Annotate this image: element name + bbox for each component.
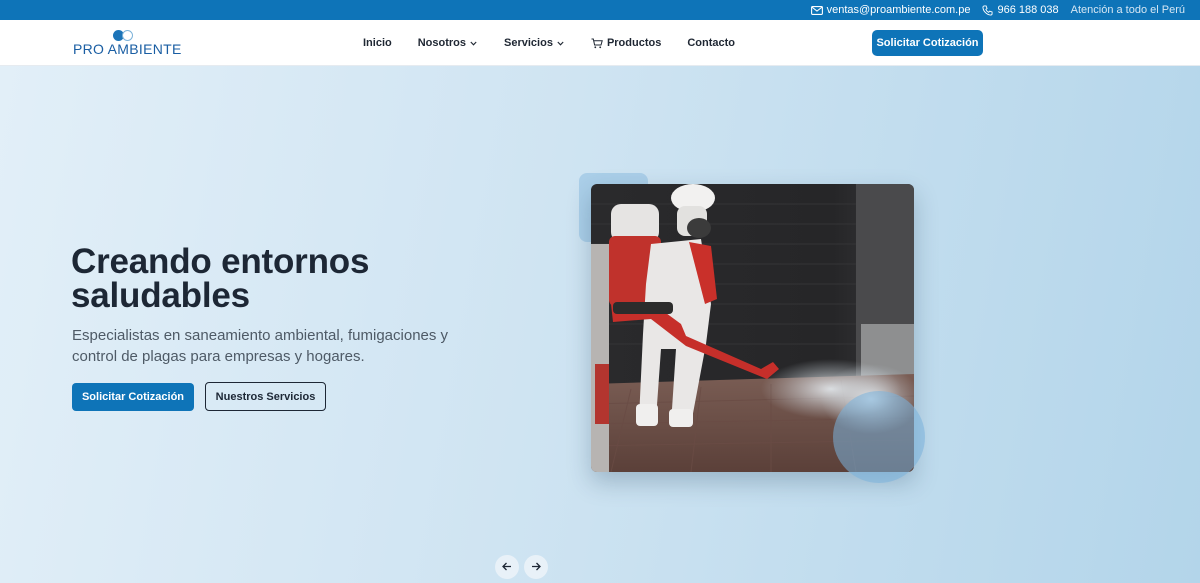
carousel-prev-button[interactable] [495, 555, 519, 579]
logo-dot-ring [122, 30, 133, 41]
chevron-down-icon [470, 41, 477, 46]
header-quote-button[interactable]: Solicitar Cotización [872, 30, 983, 56]
nav-item-servicios[interactable]: Servicios [504, 37, 564, 49]
topbar-email[interactable]: ventas@proambiente.com.pe [810, 4, 971, 16]
topbar-phone-text: 966 188 038 [997, 4, 1059, 16]
carousel-next-button[interactable] [524, 555, 548, 579]
decorative-circle [833, 391, 925, 483]
nav-item-label: Productos [606, 37, 662, 49]
mail-icon [810, 5, 823, 15]
top-contact-bar: ventas@proambiente.com.pe 966 188 038 At… [0, 0, 1200, 20]
logo-text: PRO AMBIENTE [73, 41, 182, 57]
nav-item-nosotros[interactable]: Nosotros [418, 37, 477, 49]
nav-item-label: Inicio [363, 37, 392, 49]
topbar-coverage-text: Atención a todo el Perú [1070, 4, 1185, 16]
arrow-left-icon [502, 558, 512, 576]
brand-logo[interactable]: PRO AMBIENTE [72, 29, 184, 57]
nav-item-label: Servicios [504, 37, 553, 49]
nav-item-inicio[interactable]: Inicio [363, 37, 392, 49]
hero-subtitle: Especialistas en saneamiento ambiental, … [72, 327, 449, 365]
cart-icon [591, 38, 603, 49]
hero-services-button[interactable]: Nuestros Servicios [205, 382, 326, 411]
hero-quote-button[interactable]: Solicitar Cotización [72, 383, 194, 411]
nav-item-contacto[interactable]: Contacto [687, 37, 735, 49]
nav-item-productos[interactable]: Productos [591, 37, 661, 49]
topbar-coverage: Atención a todo el Perú [1071, 4, 1185, 16]
arrow-right-icon [531, 558, 541, 576]
topbar-email-text: ventas@proambiente.com.pe [826, 4, 971, 16]
hero-title: Creando entornos saludables [71, 242, 370, 315]
site-header: PRO AMBIENTE Inicio Nosotros Servicios P… [0, 20, 1200, 66]
main-nav: Inicio Nosotros Servicios Productos Cont… [363, 20, 735, 66]
topbar-phone[interactable]: 966 188 038 [982, 4, 1059, 16]
hero-section: Creando entornos saludables Especialista… [0, 66, 1200, 583]
phone-icon [982, 4, 994, 16]
chevron-down-icon [557, 41, 564, 46]
nav-item-label: Contacto [687, 37, 736, 49]
nav-item-label: Nosotros [417, 37, 467, 49]
